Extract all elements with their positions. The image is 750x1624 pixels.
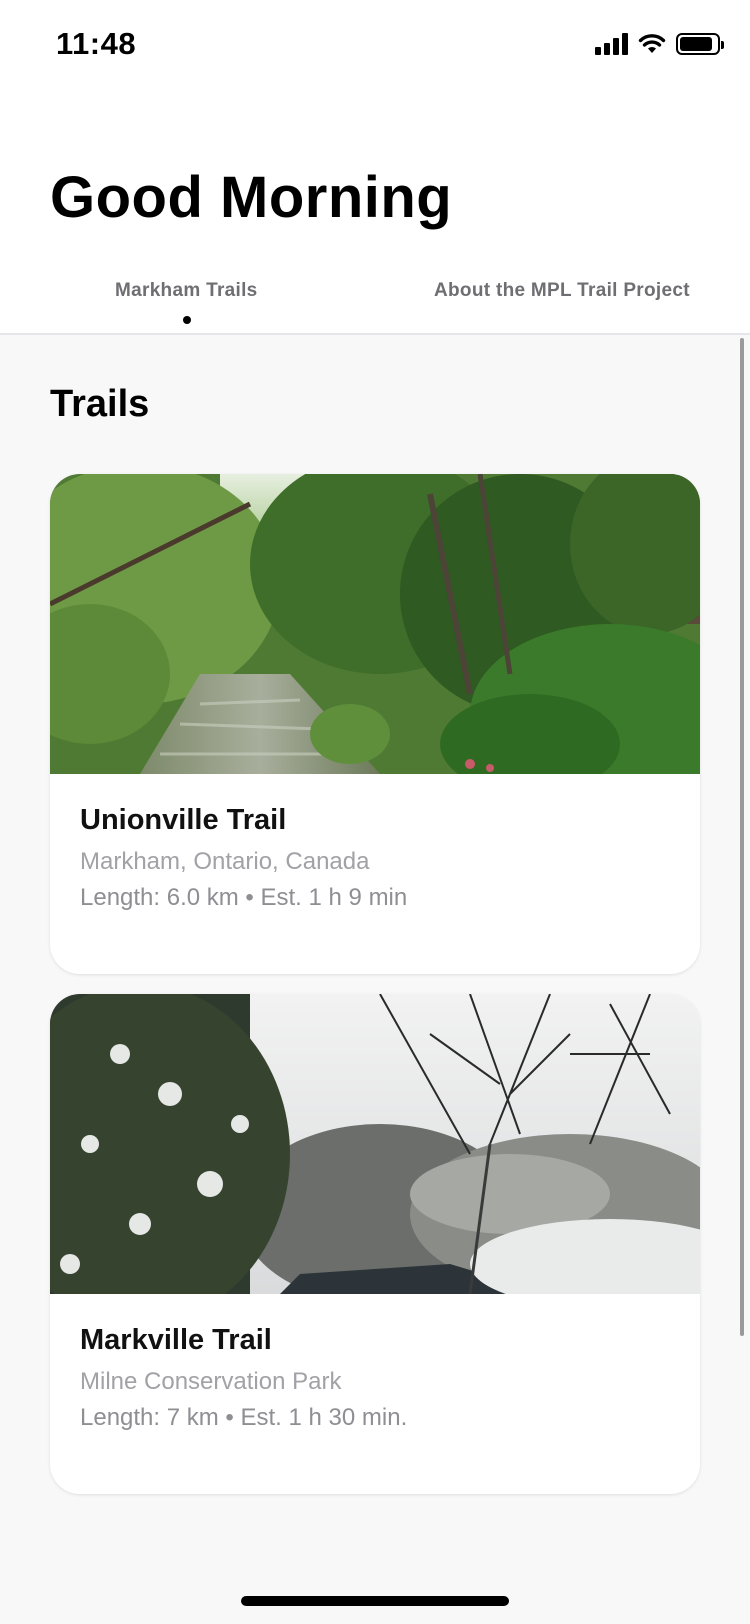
active-tab-indicator: [183, 316, 191, 324]
battery-icon: [676, 33, 724, 55]
battery-fill: [680, 37, 713, 51]
home-indicator[interactable]: [241, 1596, 509, 1606]
vertical-scrollbar[interactable]: [740, 338, 744, 1336]
wifi-icon: [638, 34, 666, 53]
cellular-signal-icon: [595, 33, 628, 55]
app-screen: 11:48 Good Morning Markham Trails About …: [0, 0, 750, 1624]
tab-bar: Markham Trails About the MPL Trail Proje…: [0, 262, 750, 334]
trails-list-scrollview[interactable]: Trails Unionville Trail Markham, Ontario…: [0, 335, 750, 1624]
trail-location: Markham, Ontario, Canada: [80, 848, 370, 875]
trail-length-estimate: Length: 6.0 km • Est. 1 h 9 min: [80, 884, 408, 911]
trail-length-estimate: Length: 7 km • Est. 1 h 30 min.: [80, 1404, 408, 1431]
tab-markham-trails[interactable]: Markham Trails: [115, 280, 258, 302]
status-bar: 11:48: [0, 0, 750, 90]
page-title: Good Morning: [50, 165, 453, 230]
trail-name: Unionville Trail: [80, 804, 287, 836]
status-time: 11:48: [56, 26, 137, 61]
trail-image-markville: [50, 994, 700, 1294]
trail-card-unionville[interactable]: Unionville Trail Markham, Ontario, Canad…: [50, 474, 700, 974]
status-icons: [595, 30, 724, 58]
section-title: Trails: [50, 383, 150, 425]
trail-name: Markville Trail: [80, 1324, 272, 1356]
trail-location: Milne Conservation Park: [80, 1368, 342, 1395]
tab-about-mpl-trail-project[interactable]: About the MPL Trail Project: [434, 280, 690, 302]
trail-image-unionville: [50, 474, 700, 774]
trail-card-markville[interactable]: Markville Trail Milne Conservation Park …: [50, 994, 700, 1494]
